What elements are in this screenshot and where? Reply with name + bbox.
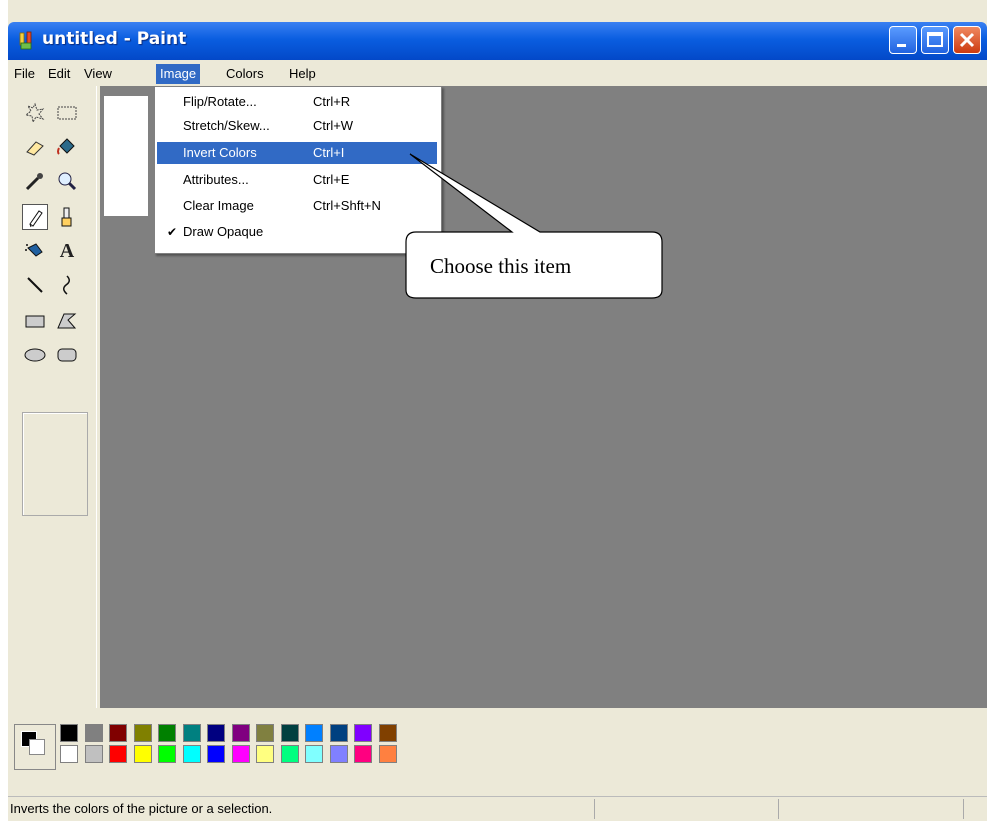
menu-item-stretch-skew[interactable]: Stretch/Skew... Ctrl+W: [157, 115, 437, 137]
palette-swatch[interactable]: [84, 724, 103, 742]
menu-item-draw-opaque[interactable]: ✔ Draw Opaque: [157, 221, 437, 243]
palette-swatch[interactable]: [305, 745, 323, 763]
background-color: [29, 739, 45, 755]
palette-swatch[interactable]: [133, 745, 152, 763]
color-palette: [8, 710, 987, 790]
tool-options-box[interactable]: [22, 412, 88, 516]
palette-swatch[interactable]: [256, 745, 274, 763]
palette-swatch[interactable]: [207, 724, 225, 742]
menu-item-flip-rotate[interactable]: Flip/Rotate... Ctrl+R: [157, 91, 437, 113]
checkmark-icon: ✔: [167, 225, 178, 239]
pencil-icon[interactable]: [22, 204, 48, 230]
menu-item-invert-colors[interactable]: Invert Colors Ctrl+I: [157, 142, 437, 164]
menu-bar: File Edit View Image Colors Help: [8, 60, 987, 86]
window-title: untitled - Paint: [42, 29, 187, 49]
brush-icon[interactable]: [54, 204, 80, 230]
palette-swatch[interactable]: [256, 724, 274, 742]
rounded-rectangle-icon[interactable]: [54, 342, 80, 368]
rectangle-icon[interactable]: [22, 308, 48, 334]
palette-swatch[interactable]: [329, 724, 348, 742]
toolbox: A: [8, 86, 97, 708]
status-divider: [963, 799, 964, 819]
palette-swatch[interactable]: [109, 745, 127, 763]
palette-swatch[interactable]: [280, 724, 299, 742]
menu-image[interactable]: Image: [156, 64, 201, 84]
palette-swatch[interactable]: [84, 745, 103, 763]
palette-swatch[interactable]: [354, 724, 372, 742]
drawing-canvas[interactable]: [104, 96, 148, 216]
palette-swatch[interactable]: [109, 724, 127, 742]
palette-swatch[interactable]: [329, 745, 348, 763]
maximize-icon: [927, 32, 943, 47]
magnifier-icon[interactable]: [54, 168, 80, 194]
palette-swatch[interactable]: [60, 745, 78, 763]
palette-swatch[interactable]: [378, 724, 397, 742]
text-icon[interactable]: A: [54, 238, 80, 264]
status-divider: [778, 799, 779, 819]
menu-file[interactable]: File: [10, 64, 39, 84]
minimize-button[interactable]: [889, 26, 917, 54]
polygon-icon[interactable]: [54, 308, 80, 334]
palette-swatch[interactable]: [182, 745, 201, 763]
palette-swatch[interactable]: [305, 724, 323, 742]
palette-swatch[interactable]: [182, 724, 201, 742]
curve-icon[interactable]: [54, 272, 80, 298]
menu-help[interactable]: Help: [285, 64, 320, 84]
status-bar: Inverts the colors of the picture or a s…: [8, 796, 987, 821]
palette-swatch[interactable]: [231, 724, 250, 742]
maximize-button[interactable]: [921, 26, 949, 54]
line-icon[interactable]: [22, 272, 48, 298]
palette-swatch[interactable]: [354, 745, 372, 763]
close-button[interactable]: [953, 26, 981, 54]
palette-swatch[interactable]: [133, 724, 152, 742]
palette-swatch[interactable]: [60, 724, 78, 742]
status-text: Inverts the colors of the picture or a s…: [10, 801, 273, 816]
palette-swatch[interactable]: [280, 745, 299, 763]
fill-icon[interactable]: [54, 134, 80, 160]
eraser-icon[interactable]: [22, 134, 48, 160]
palette-swatch[interactable]: [207, 745, 225, 763]
menu-view[interactable]: View: [80, 64, 116, 84]
palette-swatch[interactable]: [231, 745, 250, 763]
select-icon[interactable]: [54, 100, 80, 126]
status-divider: [594, 799, 595, 819]
menu-edit[interactable]: Edit: [44, 64, 74, 84]
palette-swatch[interactable]: [378, 745, 397, 763]
airbrush-icon[interactable]: [22, 238, 48, 264]
title-bar[interactable]: untitled - Paint: [8, 22, 987, 60]
color-picker-icon[interactable]: [22, 168, 48, 194]
menu-colors[interactable]: Colors: [222, 64, 268, 84]
free-form-select-icon[interactable]: [22, 100, 48, 126]
callout-text: Choose this item: [430, 254, 572, 278]
image-menu-dropdown: Flip/Rotate... Ctrl+R Stretch/Skew... Ct…: [154, 86, 442, 254]
menu-item-clear-image[interactable]: Clear Image Ctrl+Shft+N: [157, 195, 437, 217]
close-icon: [959, 32, 975, 48]
paint-app-icon: [19, 31, 32, 50]
menu-item-attributes[interactable]: Attributes... Ctrl+E: [157, 169, 437, 191]
palette-swatch[interactable]: [158, 724, 176, 742]
palette-swatch[interactable]: [158, 745, 176, 763]
current-colors[interactable]: [14, 724, 56, 770]
ellipse-icon[interactable]: [22, 342, 48, 368]
minimize-icon: [897, 44, 906, 47]
